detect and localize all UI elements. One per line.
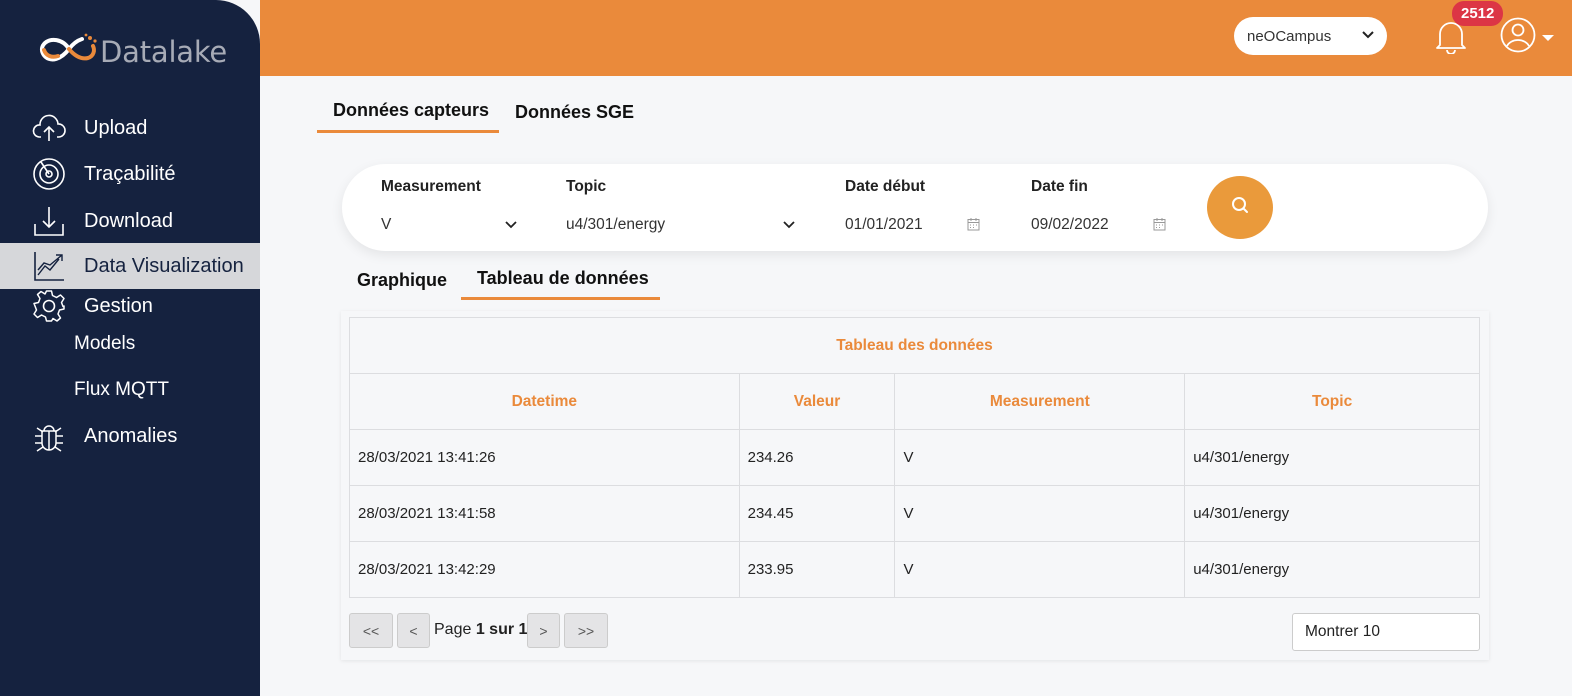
cell-topic: u4/301/energy (1184, 485, 1480, 542)
data-table: Tableau des données Datetime Valeur Meas… (349, 317, 1480, 598)
column-header-topic[interactable]: Topic (1184, 373, 1480, 430)
cell-topic: u4/301/energy (1184, 429, 1480, 486)
cell-measurement: V (894, 541, 1186, 598)
page-size-select[interactable]: Montrer 10 (1292, 613, 1480, 651)
bug-icon (32, 419, 66, 453)
page-current: 1 sur 1 (475, 621, 528, 638)
column-header-valeur[interactable]: Valeur (738, 373, 896, 430)
first-page-button[interactable]: << (349, 613, 393, 648)
column-header-datetime[interactable]: Datetime (349, 373, 740, 430)
date-start-input[interactable]: 01/01/2021 (845, 216, 923, 234)
sidebar-subitem-flux-mqtt[interactable]: Flux MQTT (74, 379, 169, 401)
column-header-measurement[interactable]: Measurement (894, 373, 1186, 430)
brand-logo[interactable]: Datalake (38, 32, 227, 71)
search-icon (1230, 195, 1250, 220)
chevron-down-icon[interactable] (504, 217, 518, 236)
sidebar-item-download[interactable]: Download (0, 198, 260, 244)
cell-measurement: V (894, 429, 1186, 486)
calendar-icon[interactable] (967, 217, 980, 236)
prev-page-button[interactable]: < (397, 613, 430, 648)
gear-icon (32, 289, 66, 323)
active-tab-indicator (317, 130, 499, 133)
sidebar-subitem-models[interactable]: Models (74, 333, 135, 355)
topbar: neOCampus 2512 (260, 0, 1572, 76)
sidebar-item-gestion[interactable]: Gestion (0, 283, 260, 329)
search-button[interactable] (1207, 176, 1273, 239)
chevron-down-icon (1361, 27, 1375, 45)
sidebar-item-tracabilite[interactable]: Traçabilité (0, 151, 260, 197)
table-row: 28/03/2021 13:41:58 234.45 V u4/301/ener… (349, 485, 1480, 542)
sidebar-item-label: Anomalies (84, 424, 178, 447)
measurement-select[interactable]: V (381, 216, 391, 234)
next-page-button[interactable]: > (527, 613, 560, 648)
last-page-button[interactable]: >> (564, 613, 608, 648)
cell-measurement: V (894, 485, 1186, 542)
tab-graphique[interactable]: Graphique (357, 270, 447, 291)
table-title: Tableau des données (349, 317, 1480, 374)
tab-tableau-de-donnees[interactable]: Tableau de données (477, 268, 649, 289)
org-select-value: neOCampus (1247, 27, 1332, 45)
cell-topic: u4/301/energy (1184, 541, 1480, 598)
topic-select[interactable]: u4/301/energy (566, 216, 665, 234)
sidebar-item-label: Traçabilité (84, 162, 176, 185)
cell-datetime: 28/03/2021 13:41:26 (349, 429, 740, 486)
tab-donnees-capteurs[interactable]: Données capteurs (333, 100, 489, 121)
cell-valeur: 233.95 (738, 541, 896, 598)
sidebar: Datalake Upload Traçabilité Download Dat… (0, 0, 260, 696)
sidebar-item-label: Data Visualization (84, 254, 244, 277)
date-end-input[interactable]: 09/02/2022 (1031, 216, 1109, 234)
topic-label: Topic (566, 178, 607, 195)
cell-datetime: 28/03/2021 13:42:29 (349, 541, 740, 598)
page-indicator: Page 1 sur 1 (434, 621, 527, 639)
cloud-upload-icon (32, 111, 66, 145)
calendar-icon[interactable] (1153, 217, 1166, 236)
measurement-label: Measurement (381, 178, 481, 195)
chevron-down-icon[interactable] (782, 217, 796, 236)
download-icon (32, 204, 66, 238)
sidebar-item-upload[interactable]: Upload (0, 105, 260, 151)
infinity-logo-icon (38, 32, 100, 71)
org-select[interactable]: neOCampus (1234, 17, 1387, 55)
brand-name: Datalake (100, 34, 228, 69)
table-row: 28/03/2021 13:42:29 233.95 V u4/301/ener… (349, 541, 1480, 598)
sidebar-item-anomalies[interactable]: Anomalies (0, 413, 260, 459)
tab-donnees-sge[interactable]: Données SGE (515, 102, 634, 123)
sidebar-item-label: Gestion (84, 294, 153, 317)
notification-badge: 2512 (1452, 1, 1504, 26)
table-row: 28/03/2021 13:41:26 234.26 V u4/301/ener… (349, 429, 1480, 486)
chart-line-icon (32, 249, 66, 283)
active-subtab-indicator (461, 297, 660, 300)
sidebar-item-label: Download (84, 209, 173, 232)
user-avatar-icon[interactable] (1500, 17, 1536, 58)
sidebar-item-label: Upload (84, 116, 148, 139)
user-menu-caret-icon[interactable] (1542, 35, 1554, 41)
date-end-label: Date fin (1031, 178, 1088, 195)
cell-datetime: 28/03/2021 13:41:58 (349, 485, 740, 542)
page-prefix: Page (434, 621, 472, 638)
cell-valeur: 234.45 (738, 485, 896, 542)
filter-bar: Measurement V Topic u4/301/energy Date d… (342, 164, 1488, 251)
date-start-label: Date début (845, 178, 926, 195)
radar-icon (32, 157, 66, 191)
cell-valeur: 234.26 (738, 429, 896, 486)
